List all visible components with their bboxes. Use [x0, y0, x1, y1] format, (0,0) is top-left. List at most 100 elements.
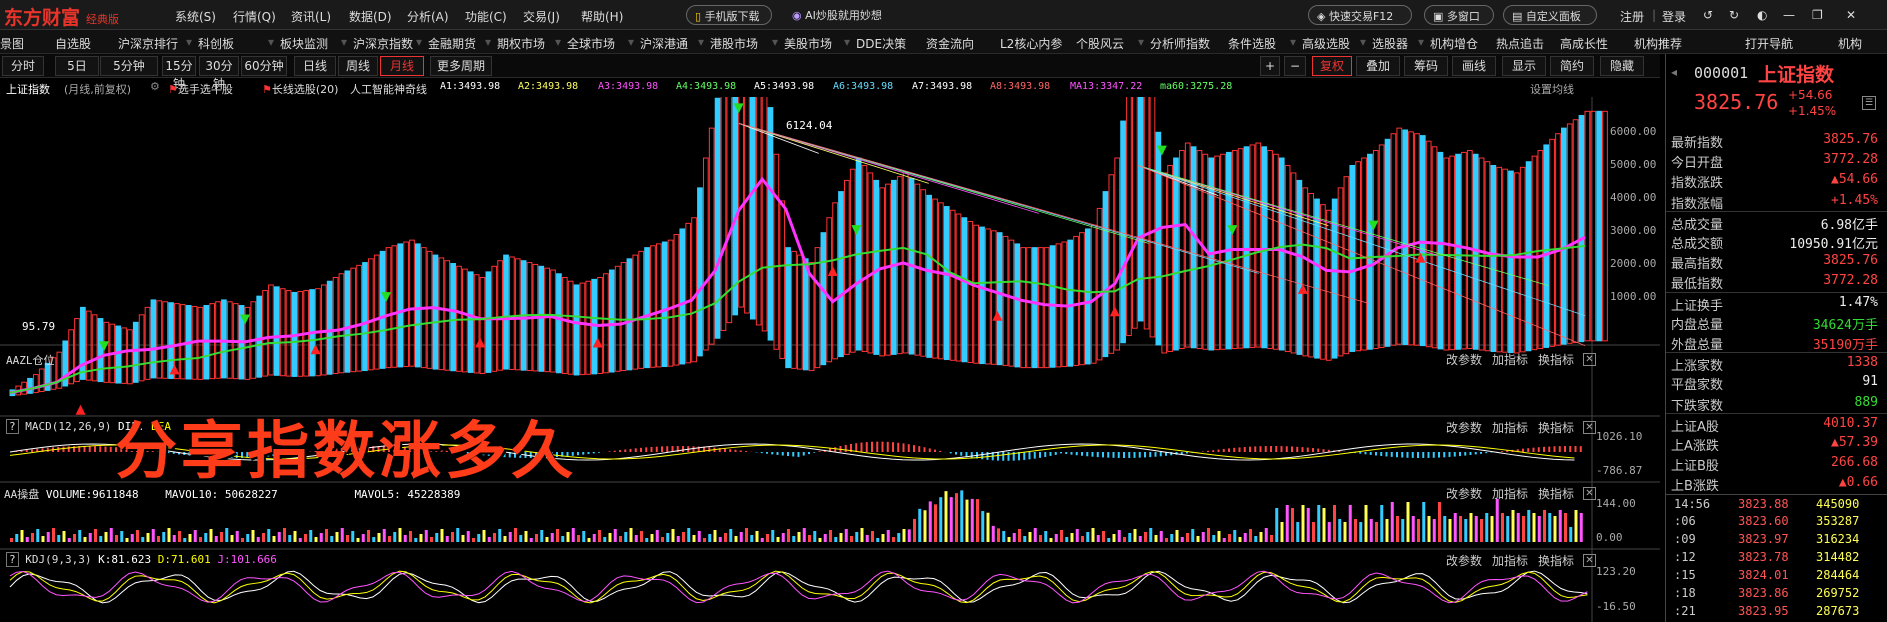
add-indicator-button[interactable]: 加指标	[1492, 419, 1528, 436]
mobile-download-button[interactable]: ▯ 手机版下载	[686, 5, 772, 25]
period-tab[interactable]: 周线	[338, 56, 378, 76]
menu-trade[interactable]: 交易(J)	[523, 8, 560, 25]
prev-arrow-icon[interactable]: ◂	[1671, 65, 1677, 79]
period-tab[interactable]: 月线	[380, 56, 424, 76]
ma-settings-link[interactable]: 设置均线	[1530, 81, 1574, 97]
volume-bar	[608, 533, 612, 542]
chart-tool-button[interactable]: 叠加	[1356, 56, 1400, 76]
chart-tool-button[interactable]: 复权	[1312, 56, 1352, 76]
nav-item[interactable]: 个股风云	[1076, 35, 1124, 52]
settings-gear-icon[interactable]: ⚙	[150, 80, 160, 93]
tick-price: 3823.60	[1738, 514, 1789, 528]
nav-item[interactable]: 板块监测	[280, 35, 328, 52]
candle	[791, 250, 797, 369]
nav-item[interactable]: 全球市场	[567, 35, 615, 52]
macd-bar	[939, 450, 942, 452]
nav-item[interactable]: 高级选股	[1302, 35, 1350, 52]
nav-item[interactable]: DDE决策	[856, 35, 906, 52]
login-link[interactable]: 登录	[1662, 8, 1686, 25]
add-indicator-button[interactable]: 加指标	[1492, 552, 1528, 569]
nav-item[interactable]: 美股市场	[784, 35, 832, 52]
close-panel-icon[interactable]: ✕	[1583, 421, 1596, 434]
close-panel-icon[interactable]: ✕	[1583, 353, 1596, 366]
switch-indicator-button[interactable]: 换指标	[1538, 351, 1574, 368]
edit-params-button[interactable]: 改参数	[1446, 419, 1482, 436]
nav-item[interactable]: 高成长性	[1560, 35, 1608, 52]
nav-item[interactable]: 景图	[0, 35, 24, 52]
nav-item[interactable]: 分析师指数	[1150, 35, 1210, 52]
nav-item[interactable]: 港股市场	[710, 35, 758, 52]
nav-item[interactable]: 条件选股	[1228, 35, 1276, 52]
close-panel-icon[interactable]: ✕	[1583, 554, 1596, 567]
volume-bar	[1422, 502, 1426, 542]
menu-icon[interactable]: ☰	[1862, 96, 1876, 110]
menu-quotes[interactable]: 行情(Q)	[233, 8, 276, 25]
period-tab[interactable]: 日线	[294, 56, 336, 76]
help-icon[interactable]: ?	[6, 419, 19, 434]
switch-indicator-button[interactable]: 换指标	[1538, 485, 1574, 502]
stock-picker-link[interactable]: ⚑选手选牛股	[168, 81, 233, 97]
multi-window-button[interactable]: ▣ 多窗口	[1424, 5, 1494, 25]
forward-icon[interactable]: ↻	[1729, 8, 1739, 22]
skin-icon[interactable]: ◐	[1757, 8, 1767, 22]
nav-item[interactable]: 机构	[1838, 35, 1862, 52]
tick-price: 3823.95	[1738, 604, 1789, 618]
switch-indicator-button[interactable]: 换指标	[1538, 419, 1574, 436]
menu-analysis[interactable]: 分析(A)	[407, 8, 449, 25]
edit-params-button[interactable]: 改参数	[1446, 485, 1482, 502]
menu-news[interactable]: 资讯(L)	[291, 8, 331, 25]
nav-item[interactable]: 金融期货	[428, 35, 476, 52]
close-icon[interactable]: ✕	[1846, 8, 1856, 22]
help-icon[interactable]: ?	[6, 552, 19, 567]
edit-params-button[interactable]: 改参数	[1446, 552, 1482, 569]
chart-tool-button[interactable]: −	[1284, 56, 1306, 76]
long-pick-link[interactable]: ⚑长线选股(20)	[262, 81, 338, 97]
period-tab[interactable]: 30分钟	[199, 56, 239, 91]
period-tab[interactable]: 更多周期	[430, 56, 492, 76]
nav-item[interactable]: 资金流向	[926, 35, 974, 52]
kline-chart[interactable]	[0, 97, 1660, 622]
switch-indicator-button[interactable]: 换指标	[1538, 552, 1574, 569]
period-tab[interactable]: 5日	[55, 56, 99, 76]
maximize-icon[interactable]: ❐	[1812, 8, 1823, 22]
edit-params-button[interactable]: 改参数	[1446, 351, 1482, 368]
chart-tool-button[interactable]: 隐藏	[1600, 56, 1644, 76]
minimize-icon[interactable]: —	[1783, 8, 1795, 22]
nav-item[interactable]: 机构推荐	[1634, 35, 1682, 52]
register-link[interactable]: 注册	[1620, 8, 1644, 25]
menu-functions[interactable]: 功能(C)	[465, 8, 507, 25]
add-indicator-button[interactable]: 加指标	[1492, 485, 1528, 502]
chart-tool-button[interactable]: 筹码	[1404, 56, 1448, 76]
volume-bar	[1054, 534, 1058, 542]
nav-item[interactable]: 沪深京指数	[353, 35, 413, 52]
chart-tool-button[interactable]: 简约	[1550, 56, 1594, 76]
add-indicator-button[interactable]: 加指标	[1492, 351, 1528, 368]
nav-item[interactable]: 选股器	[1372, 35, 1408, 52]
chart-tool-button[interactable]: 画线	[1452, 56, 1496, 76]
nav-item[interactable]: 沪深港通	[640, 35, 688, 52]
nav-item[interactable]: 科创板	[198, 35, 234, 52]
custom-panel-button[interactable]: ▤ 自定义面板	[1503, 5, 1597, 25]
period-tab[interactable]: 5分钟	[100, 56, 158, 76]
candle	[485, 271, 492, 373]
nav-item[interactable]: 机构增仓	[1430, 35, 1478, 52]
back-icon[interactable]: ↺	[1703, 8, 1713, 22]
period-tab[interactable]: 分时	[2, 56, 44, 76]
nav-item[interactable]: 热点追击	[1496, 35, 1544, 52]
nav-item[interactable]: 自选股	[55, 35, 91, 52]
ai-assistant-button[interactable]: ◉ AI炒股就用妙想	[784, 5, 902, 25]
macd-bar	[981, 452, 984, 460]
nav-item[interactable]: 沪深京排行	[118, 35, 178, 52]
quick-trade-button[interactable]: ◈ 快速交易F12	[1308, 5, 1412, 25]
nav-item[interactable]: 期权市场	[497, 35, 545, 52]
close-panel-icon[interactable]: ✕	[1583, 487, 1596, 500]
menu-help[interactable]: 帮助(H)	[581, 8, 623, 25]
chart-tool-button[interactable]: 显示	[1502, 56, 1546, 76]
menu-data[interactable]: 数据(D)	[349, 8, 392, 25]
nav-item[interactable]: 打开导航	[1745, 35, 1793, 52]
nav-item[interactable]: L2核心内参	[1000, 35, 1062, 52]
period-tab[interactable]: 60分钟	[241, 56, 287, 76]
chart-tool-button[interactable]: +	[1260, 56, 1280, 76]
period-tab[interactable]: 15分钟	[162, 56, 196, 91]
menu-system[interactable]: 系统(S)	[175, 8, 216, 25]
